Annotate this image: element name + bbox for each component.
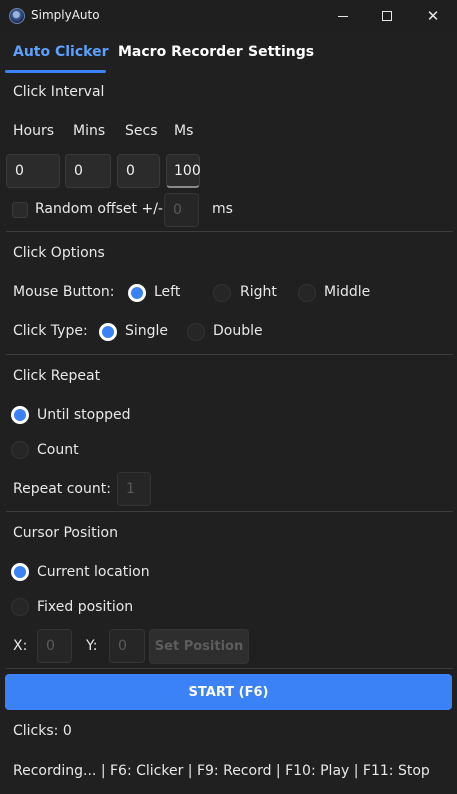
random-offset-checkbox[interactable] [12,202,28,218]
section-divider [6,668,453,669]
repeat-count-label: Repeat count: [13,481,111,497]
click-single-radio[interactable] [99,323,117,341]
tab-settings[interactable]: Settings [248,44,314,60]
minimize-button[interactable] [320,0,366,32]
click-options-heading: Click Options [13,245,105,261]
x-coordinate-input[interactable]: 0 [37,629,72,663]
mouse-middle-radio[interactable] [298,284,316,302]
click-interval-heading: Click Interval [13,84,105,100]
current-location-radio[interactable] [11,563,29,581]
active-tab-indicator [5,70,106,73]
window-title: SimplyAuto [31,8,100,22]
hours-input[interactable]: 0 [6,154,60,188]
mouse-left-label: Left [154,284,181,300]
secs-input[interactable]: 0 [117,154,160,188]
status-bar-text: Recording... | F6: Clicker | F9: Record … [13,763,430,779]
click-type-label: Click Type: [13,323,88,339]
secs-label: Secs [125,123,158,139]
clicks-counter: Clicks: 0 [13,723,72,739]
random-offset-unit: ms [212,201,233,217]
close-button[interactable]: ✕ [410,0,456,32]
hours-label: Hours [13,123,55,139]
set-position-button[interactable]: Set Position [149,629,249,664]
maximize-icon [382,11,392,21]
mins-label: Mins [73,123,106,139]
title-bar: SimplyAuto ✕ [0,0,457,32]
cursor-position-heading: Cursor Position [13,525,118,541]
y-coordinate-input[interactable]: 0 [109,629,145,663]
repeat-count-input[interactable]: 1 [117,472,151,506]
mouse-button-label: Mouse Button: [13,284,115,300]
current-location-label: Current location [37,564,150,580]
app-logo-icon [9,8,25,24]
section-divider [6,354,453,355]
mouse-right-radio[interactable] [213,284,231,302]
start-button[interactable]: START (F6) [5,674,452,710]
minimize-icon [338,15,348,17]
section-divider [6,231,453,232]
random-offset-input[interactable]: 0 [164,193,199,227]
section-divider [6,511,453,512]
mouse-left-radio[interactable] [128,284,146,302]
count-radio[interactable] [11,441,29,459]
tab-auto-clicker[interactable]: Auto Clicker [13,44,109,60]
tab-macro-recorder[interactable]: Macro Recorder [118,44,243,60]
click-single-label: Single [125,323,169,339]
click-double-radio[interactable] [187,323,205,341]
fixed-position-label: Fixed position [37,599,134,615]
mouse-middle-label: Middle [324,284,371,300]
mins-input[interactable]: 0 [65,154,111,188]
ms-label: Ms [174,123,194,139]
until-stopped-label: Until stopped [37,407,131,423]
click-repeat-heading: Click Repeat [13,368,101,384]
until-stopped-radio[interactable] [11,406,29,424]
count-label: Count [37,442,79,458]
click-double-label: Double [213,323,263,339]
y-label: Y: [86,638,98,654]
fixed-position-radio[interactable] [11,598,29,616]
x-label: X: [13,638,28,654]
random-offset-label: Random offset +/- [35,201,163,217]
close-icon: ✕ [426,6,440,25]
maximize-button[interactable] [364,0,410,32]
ms-input[interactable]: 100 [166,154,201,188]
mouse-right-label: Right [240,284,277,300]
